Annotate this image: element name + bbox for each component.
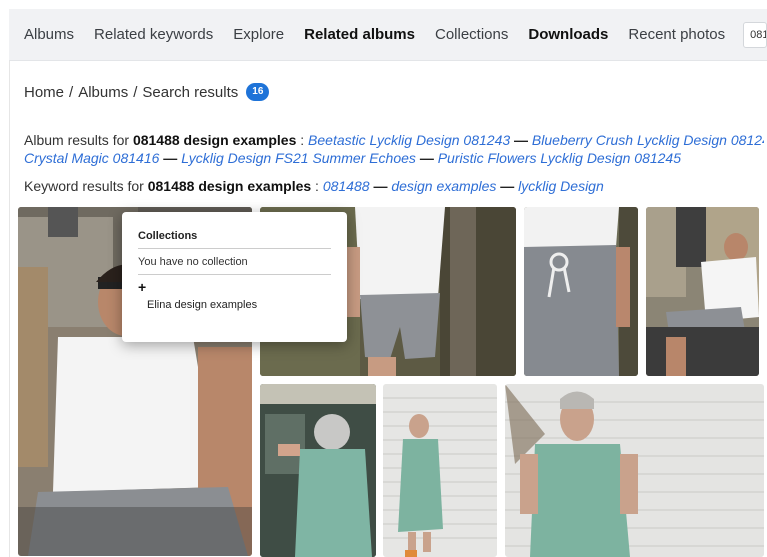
page-edge — [9, 61, 10, 557]
nav-downloads[interactable]: Downloads — [518, 26, 618, 43]
album-link-blueberry-crush[interactable]: Blueberry Crush Lycklig Design 081244 — [532, 132, 764, 148]
photo-thumbnail[interactable] — [505, 384, 764, 557]
keyword-results: Keyword results for 081488 design exampl… — [24, 177, 764, 195]
nav-recent-photos[interactable]: Recent photos — [618, 26, 735, 43]
nav-collections[interactable]: Collections — [425, 26, 518, 43]
breadcrumb-separator: / — [133, 83, 138, 101]
breadcrumb-current: Search results — [142, 83, 239, 101]
breadcrumb-home[interactable]: Home — [24, 84, 64, 101]
results-count-badge: 16 — [246, 83, 270, 101]
separator-dash: — — [514, 132, 529, 148]
album-results-line-2: Crystal Magic 081416 — Lycklig Design FS… — [24, 149, 764, 167]
photo-thumbnail[interactable] — [646, 207, 759, 376]
separator-dash: — — [419, 150, 434, 166]
nav-explore[interactable]: Explore — [223, 26, 294, 43]
breadcrumb: Home / Albums / Search results 16 — [24, 83, 270, 101]
nav-related-albums[interactable]: Related albums — [294, 26, 425, 43]
keyword-link-081488[interactable]: 081488 — [323, 178, 370, 194]
photo-thumbnail[interactable] — [260, 384, 376, 557]
add-collection-button[interactable]: + — [138, 275, 331, 295]
keyword-link-design-examples[interactable]: design examples — [391, 178, 496, 194]
breadcrumb-separator: / — [69, 83, 74, 101]
breadcrumb-albums[interactable]: Albums — [78, 84, 128, 101]
separator-dash: — — [500, 178, 515, 194]
album-link-crystal-magic[interactable]: Crystal Magic 081416 — [24, 150, 159, 166]
collections-empty-message: You have no collection — [138, 249, 331, 275]
collections-popup: Collections You have no collection + Eli… — [122, 212, 347, 342]
separator-dash: — — [373, 178, 388, 194]
album-link-puristic-flowers[interactable]: Puristic Flowers Lycklig Design 081245 — [438, 150, 681, 166]
album-results-colon: : — [300, 132, 305, 148]
nav-related-keywords[interactable]: Related keywords — [84, 26, 223, 43]
separator-dash: — — [163, 150, 178, 166]
top-nav: Albums Related keywords Explore Related … — [9, 9, 767, 61]
photo-thumbnail[interactable] — [524, 207, 638, 376]
album-link-beetastic[interactable]: Beetastic Lycklig Design 081243 — [308, 132, 510, 148]
photo-thumbnail[interactable] — [383, 384, 497, 557]
collections-popup-title: Collections — [138, 230, 331, 249]
collection-name-input[interactable]: Elina design examples — [147, 299, 327, 311]
search-input[interactable]: 081488 des — [743, 21, 767, 48]
nav-albums[interactable]: Albums — [9, 26, 84, 43]
album-link-summer-echoes[interactable]: Lycklig Design FS21 Summer Echoes — [181, 150, 416, 166]
album-results-line-1: Album results for 081488 design examples… — [24, 131, 764, 149]
keyword-results-query: 081488 design examples — [147, 178, 312, 194]
album-results-prefix: Album results for — [24, 132, 130, 148]
keyword-results-prefix: Keyword results for — [24, 178, 144, 194]
album-results-query: 081488 design examples — [132, 132, 297, 148]
keyword-link-lycklig-design[interactable]: lycklig Design — [518, 178, 604, 194]
keyword-results-colon: : — [315, 178, 319, 194]
